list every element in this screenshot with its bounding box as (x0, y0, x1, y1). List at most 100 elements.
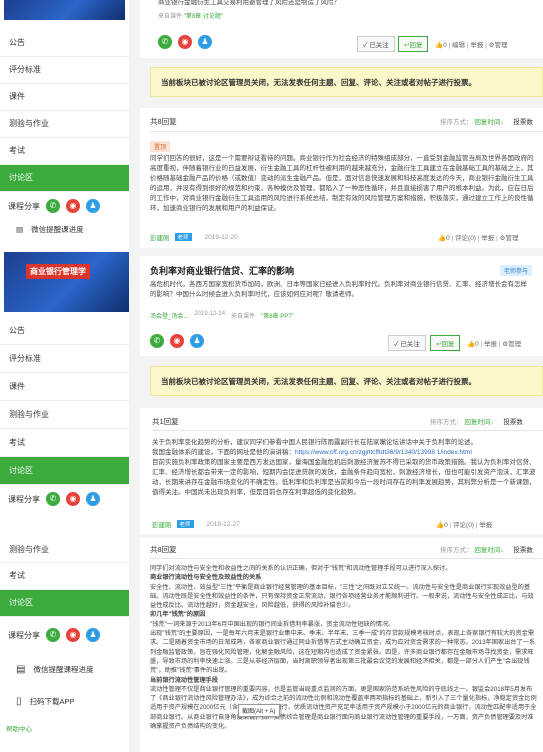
qq-icon[interactable]: ♟ (190, 334, 204, 348)
teacher-badge: 老师 (174, 233, 192, 241)
report-link[interactable]: 举报 (479, 522, 492, 529)
qq-icon[interactable]: ♟ (86, 199, 100, 213)
sort-by-votes[interactable]: 投票数 (513, 547, 533, 554)
thread-question: 商业银行金融衍生工具交易利用避管理了风险还是制造了风险？ (158, 0, 340, 6)
course-share: 课程分享 ✆ ◉ ♟ (0, 485, 129, 513)
nav-courseware[interactable]: 课件 (0, 373, 129, 401)
sort-label: 排序方式： (440, 119, 473, 126)
courseware-link[interactable]: "第8章 PPT" (261, 311, 294, 320)
weibo-icon[interactable]: ◉ (66, 199, 80, 213)
reply-list: 共8回复 排序方式： 回复时间↓ 投票数 置顶 同学们回答的很好，这是一个需要辩… (140, 108, 543, 248)
course-share-label: 课程分享 (8, 494, 40, 504)
manage-link[interactable]: 管理 (505, 235, 518, 242)
download-app-label: 扫码下载APP (29, 696, 75, 706)
wechat-icon[interactable]: ✆ (46, 628, 60, 642)
like-icon[interactable]: 👍 (435, 42, 443, 49)
wechat-icon[interactable]: ✆ (158, 35, 172, 49)
manage-link[interactable]: 管理 (494, 42, 507, 49)
weibo-icon[interactable]: ◉ (66, 628, 80, 642)
like-count: 0 (475, 341, 479, 348)
nav-discussion[interactable]: 讨论区 (0, 165, 129, 192)
report-link[interactable]: 举报 (470, 42, 483, 49)
closed-notice: 当前板块已被讨论区管理员关闭，无法发表任何主题、回复、评论、关注或者对帖子进行投… (150, 366, 543, 396)
course-share: 课程分享 ✆ ◉ ♟ (0, 192, 129, 220)
reply-body: 同学们对流动性与安全性和收益性之间的关系的认识正确，但对于"钱荒"和流动性管理手… (150, 564, 537, 731)
reply-button[interactable]: ↩回复 (398, 36, 429, 52)
qq-icon[interactable]: ♟ (198, 35, 212, 49)
reply-count: 共8回复 (150, 117, 177, 126)
courseware-link[interactable]: "第8章 讨论题" (184, 14, 223, 20)
closed-notice: 当前板块已被讨论区管理员关闭，无法发表任何主题、回复、评论、关注或者对帖子进行投… (150, 67, 543, 97)
qq-icon[interactable]: ♟ (86, 628, 100, 642)
reply-paragraph: 出现"钱荒"的主要原因，一是每年六月末是银行业集中末、季末、半年末、三季一成"的… (150, 630, 536, 675)
sort-arrow-icon: ↓ (490, 419, 494, 426)
nav-grading[interactable]: 评分标准 (0, 57, 129, 84)
divider (150, 131, 543, 132)
wechat-reminder[interactable]: ▤ 微信提醒课进度 (0, 220, 129, 238)
nav-courseware[interactable]: 课件 (0, 84, 129, 111)
edit-link[interactable]: 编辑 (452, 42, 465, 49)
manage-link[interactable]: 管理 (508, 341, 521, 348)
like-count: 0 (446, 235, 450, 242)
nav-discussion[interactable]: 讨论区 (0, 457, 129, 485)
report-link[interactable]: 举报 (484, 341, 497, 348)
thread-body: 高危机时代，各西方国家宽松货币加码，欧洲、日本等国家已经进入负利率时代。负利率对… (150, 281, 527, 298)
pinned-tag: 置顶 (150, 141, 171, 152)
reply-list: 共1回复 排序方式： 回复时间↓ 投票数 关于负利率变化趋势的分析，建议同学们参… (140, 408, 543, 534)
sort-by-time[interactable]: 回复时间 (474, 547, 500, 554)
nav-announcement[interactable]: 公告 (0, 30, 129, 57)
wechat-reminder-label: 微信提醒课程进度 (33, 664, 94, 674)
followed-button[interactable]: ✓ 已关注 (357, 36, 395, 52)
nav-discussion[interactable]: 讨论区 (0, 590, 129, 617)
download-app[interactable]: ▯ 扫码下载APP (0, 685, 129, 717)
author-name[interactable]: 汤会登_汤会... (150, 311, 188, 320)
section-heading: 当前银行流动性管理手段 (150, 676, 219, 684)
nav-quiz[interactable]: 测验与作业 (0, 111, 129, 138)
weibo-icon[interactable]: ◉ (178, 35, 192, 49)
sort-by-time[interactable]: 回复时间 (464, 419, 490, 426)
wechat-icon[interactable]: ✆ (46, 199, 60, 213)
wechat-icon[interactable]: ✆ (46, 492, 60, 506)
qq-icon[interactable]: ♟ (86, 492, 100, 506)
nav-exam[interactable]: 考试 (0, 138, 129, 165)
reply-date: 2019-12-27 (206, 520, 240, 528)
reply-date: 2019-12-20 (204, 233, 238, 241)
sort-by-votes[interactable]: 投票数 (513, 119, 533, 126)
sort-arrow-icon: ↓ (500, 119, 504, 126)
weibo-icon[interactable]: ◉ (170, 334, 184, 348)
thread-card: 负利率对商业银行信贷、汇率的影响 老师参与 高危机时代，各西方国家宽松货币加码，… (140, 256, 543, 356)
nav-quiz[interactable]: 测验与作业 (0, 542, 129, 563)
wechat-reminder-label: 微信提醒课进度 (31, 224, 84, 234)
wechat-reminder[interactable]: ▤ 微信提醒课程进度 (0, 653, 129, 685)
reply-button[interactable]: ↩回复 (430, 335, 461, 351)
thread-date: 2019-12-24 (194, 311, 226, 317)
wechat-icon[interactable]: ✆ (150, 334, 164, 348)
nav-exam[interactable]: 考试 (0, 429, 129, 457)
sort-by-votes[interactable]: 投票数 (503, 419, 523, 426)
comment-link[interactable]: 评论(0) (453, 522, 474, 529)
reply-button-label: 回复 (441, 341, 455, 348)
followed-button[interactable]: ✓ 已关注 (388, 335, 426, 351)
comment-link[interactable]: 评论(0) (455, 235, 476, 242)
like-count: 0 (443, 42, 447, 49)
author-name[interactable]: 彭建刚 (150, 232, 170, 242)
section-heading: 卯几年"钱荒"的原因 (150, 611, 206, 619)
report-link[interactable]: 举报 (481, 235, 494, 242)
nav-announcement[interactable]: 公告 (0, 317, 129, 345)
divider (152, 430, 543, 431)
author-name[interactable]: 彭建刚 (152, 519, 172, 529)
nav-quiz[interactable]: 测验与作业 (0, 401, 129, 429)
like-icon[interactable]: 👍 (467, 341, 475, 348)
like-icon[interactable]: 👍 (436, 522, 444, 529)
nav-exam[interactable]: 考试 (0, 563, 129, 590)
nav-grading[interactable]: 评分标准 (0, 345, 129, 373)
help-center-link[interactable]: 帮助中心 (0, 723, 129, 733)
reply-body: 关于负利率变化趋势的分析，建议同学们参看中国人民银行陈雨露副行长在陆家嘴论坛讲话… (152, 438, 537, 498)
reply-paragraph: 目前实施负利率政策的国家主要是西方发达国家，量海国金融危机后刺激经济复苏不得已采… (152, 459, 536, 496)
weibo-icon[interactable]: ◉ (66, 492, 80, 506)
like-icon[interactable]: 👍 (438, 235, 446, 242)
thread-title: 负利率对商业银行信贷、汇率的影响 (150, 266, 295, 276)
sort-by-time[interactable]: 回复时间 (474, 119, 500, 126)
speech-link[interactable]: https://www.cff.org.cn/zgjrltcfftdt36/9/… (295, 449, 472, 456)
reply-button-label: 回复 (409, 42, 423, 49)
